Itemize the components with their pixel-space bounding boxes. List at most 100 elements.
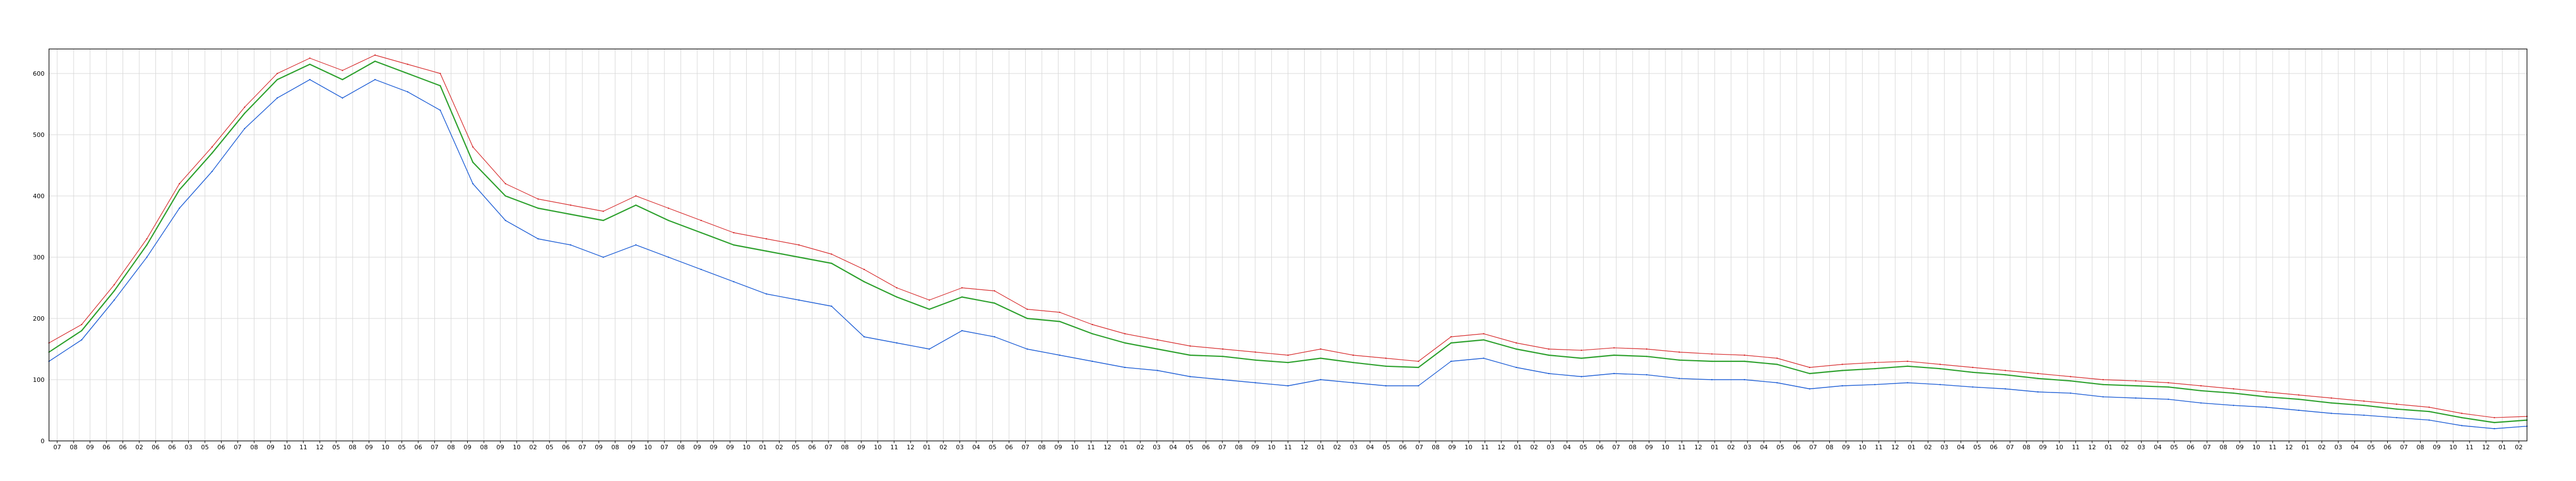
x-tick-label: 09 xyxy=(1251,444,1259,451)
data-point-high xyxy=(831,253,832,255)
data-point-low xyxy=(2428,419,2430,421)
data-point-high xyxy=(341,70,344,71)
data-point-high xyxy=(635,195,637,197)
x-tick-label: 05 xyxy=(2170,444,2178,451)
x-tick-label: 08 xyxy=(2022,444,2030,451)
x-tick-label: 01 xyxy=(2105,444,2113,451)
data-point-close xyxy=(2330,402,2332,404)
data-point-low xyxy=(1711,379,1713,381)
data-point-close xyxy=(1613,354,1615,356)
data-point-low xyxy=(1842,385,1843,387)
data-point-high xyxy=(505,183,506,185)
x-tick-label: 02 xyxy=(2121,444,2129,451)
data-point-high xyxy=(1613,347,1615,349)
data-point-high xyxy=(472,146,474,148)
x-tick-label: 01 xyxy=(1908,444,1916,451)
data-point-low xyxy=(2070,392,2071,394)
x-tick-label: 02 xyxy=(2318,444,2326,451)
y-tick-label: 500 xyxy=(33,131,45,139)
x-tick-label: 12 xyxy=(907,444,914,451)
x-tick-label: 08 xyxy=(480,444,488,451)
data-point-low xyxy=(276,97,278,99)
data-point-close xyxy=(961,296,963,298)
stock-price-chart: 0 100 200 300 400 500 600 07 08 09 06 06 02 06 06 03 05… xyxy=(33,48,2528,451)
data-point-low xyxy=(2363,414,2365,416)
x-tick-label: 11 xyxy=(1481,444,1489,451)
data-point-close xyxy=(2200,390,2202,391)
x-tick-label: 07 xyxy=(1809,444,1817,451)
x-tick-label: 03 xyxy=(1153,444,1160,451)
data-point-close xyxy=(1776,364,1778,365)
data-point-high xyxy=(2005,370,2006,371)
data-point-close xyxy=(1874,368,1876,370)
data-point-high xyxy=(2461,413,2463,414)
x-tick-label: 10 xyxy=(283,444,291,451)
x-tick-label: 06 xyxy=(152,444,160,451)
data-point-close xyxy=(1580,357,1583,359)
x-tick-label: 12 xyxy=(1300,444,1308,451)
data-point-close xyxy=(1907,365,1908,367)
data-point-high xyxy=(1189,345,1191,347)
x-tick-label: 09 xyxy=(86,444,94,451)
data-point-close xyxy=(733,244,734,246)
x-tick-label: 06 xyxy=(102,444,110,451)
x-tick-label: 04 xyxy=(1760,444,1768,451)
data-point-high xyxy=(798,244,800,246)
x-tick-label: 09 xyxy=(858,444,865,451)
data-point-high xyxy=(81,323,82,326)
x-tick-label: 09 xyxy=(1054,444,1062,451)
data-point-close xyxy=(928,308,931,310)
data-point-low xyxy=(2330,413,2332,414)
x-tick-label: 10 xyxy=(1268,444,1276,451)
data-point-low xyxy=(2298,409,2300,411)
x-tick-label: 02 xyxy=(529,444,537,451)
data-point-low xyxy=(1157,370,1158,371)
x-tick-label: 06 xyxy=(168,444,176,451)
x-tick-label: 10 xyxy=(2055,444,2063,451)
data-point-low xyxy=(896,342,898,344)
x-tick-label: 05 xyxy=(1776,444,1784,451)
data-point-high xyxy=(1026,308,1028,310)
data-point-low xyxy=(1026,348,1028,350)
data-point-low xyxy=(537,238,539,240)
data-point-close xyxy=(2135,385,2137,387)
data-point-high xyxy=(1907,360,1908,362)
x-tick-label: 11 xyxy=(1678,444,1686,451)
x-tick-label: 12 xyxy=(2482,444,2490,451)
data-point-low xyxy=(635,244,637,246)
data-point-close xyxy=(1711,360,1713,362)
data-point-low xyxy=(831,305,832,307)
data-point-low xyxy=(2232,405,2235,406)
x-tick-label: 06 xyxy=(1005,444,1013,451)
x-tick-label: 10 xyxy=(1858,444,1866,451)
data-point-high xyxy=(1842,364,1843,365)
x-tick-label: 04 xyxy=(2351,444,2359,451)
data-point-close xyxy=(2102,384,2104,385)
x-tick-label: 02 xyxy=(1530,444,1538,451)
x-tick-label: 08 xyxy=(1038,444,1046,451)
data-point-high xyxy=(766,238,767,240)
data-point-low xyxy=(1385,385,1387,387)
data-point-high xyxy=(244,106,246,108)
data-point-high xyxy=(439,72,441,75)
data-point-close xyxy=(2037,377,2039,379)
data-point-high xyxy=(700,219,702,222)
data-point-low xyxy=(505,219,506,222)
x-tick-label: 02 xyxy=(1924,444,1932,451)
x-tick-label: 02 xyxy=(775,444,783,451)
data-point-close xyxy=(537,207,539,209)
x-tick-label: 09 xyxy=(693,444,701,451)
x-tick-label: 02 xyxy=(1727,444,1735,451)
data-point-high xyxy=(1645,348,1648,350)
x-tick-label: 04 xyxy=(1169,444,1177,451)
data-point-close xyxy=(863,281,865,283)
data-point-close xyxy=(1352,362,1354,364)
x-tick-label: 09 xyxy=(365,444,373,451)
data-point-high xyxy=(2200,385,2202,387)
data-point-high xyxy=(928,299,931,301)
x-tick-label: 11 xyxy=(2072,444,2080,451)
x-tick-label: 09 xyxy=(2433,444,2441,451)
data-point-close xyxy=(1515,348,1517,350)
data-point-close xyxy=(1450,342,1452,344)
data-point-high xyxy=(668,207,669,209)
